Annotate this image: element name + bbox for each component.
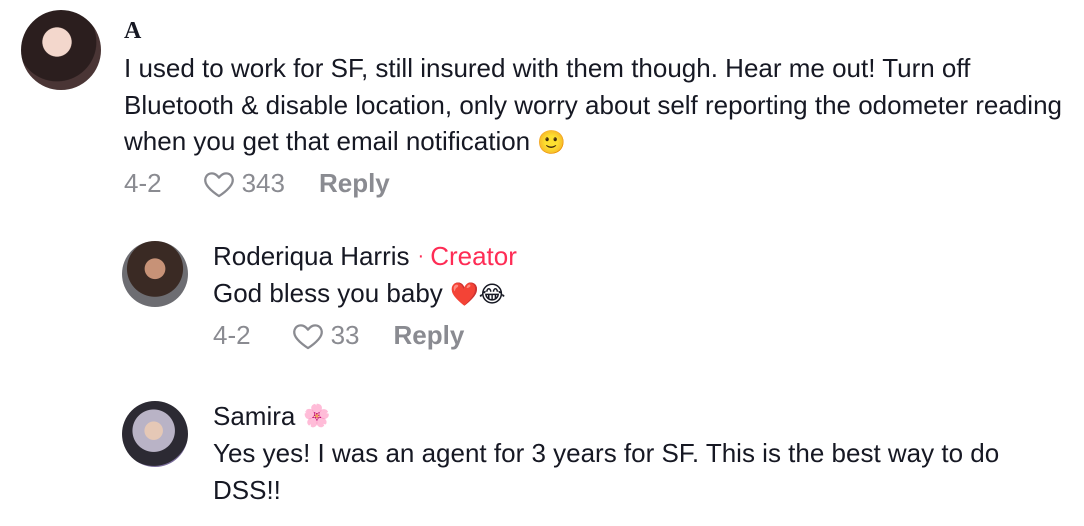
creator-badge: Creator <box>430 241 517 271</box>
user-avatar[interactable] <box>122 241 188 307</box>
heart-outline-icon[interactable] <box>202 167 236 201</box>
comment-meta: 4-2 33 Reply <box>213 319 1072 353</box>
comment-text: God bless you baby ❤️😂 <box>213 275 1072 313</box>
comment-item: Roderiqua Harris · Creator God bless you… <box>122 241 1072 353</box>
comment-meta: 4-2 343 Reply <box>124 167 1071 201</box>
heart-laugh-emoji-icon: ❤️😂 <box>450 281 506 307</box>
reply-button[interactable]: Reply <box>319 168 390 199</box>
heart-outline-icon[interactable] <box>291 319 325 353</box>
username-text[interactable]: Samira <box>213 401 295 431</box>
comment-username[interactable]: Samira 🌸 <box>213 401 1072 431</box>
flower-emoji-icon: 🌸 <box>303 403 331 428</box>
comment-body: A I used to work for SF, still insured w… <box>124 10 1071 201</box>
username-text[interactable]: A <box>124 18 141 44</box>
comment-item: Samira 🌸 Yes yes! I was an agent for 3 y… <box>122 401 1072 508</box>
comments-panel: A I used to work for SF, still insured w… <box>0 0 1084 526</box>
comment-username[interactable]: A <box>124 18 1071 44</box>
comment-text-content: God bless you baby <box>213 278 443 308</box>
comment-text-content: Yes yes! I was an agent for 3 years for … <box>213 438 1000 505</box>
like-count: 33 <box>330 320 360 350</box>
smile-emoji-icon: 🙂 <box>537 129 567 155</box>
username-text[interactable]: Roderiqua Harris <box>213 241 410 271</box>
comment-date: 4-2 <box>213 320 251 350</box>
comment-text: Yes yes! I was an agent for 3 years for … <box>213 435 1072 508</box>
comment-username[interactable]: Roderiqua Harris · Creator <box>213 241 1072 271</box>
comment-text: I used to work for SF, still insured wit… <box>124 50 1071 161</box>
comment-text-content: I used to work for SF, still insured wit… <box>124 53 1063 156</box>
comment-body: Roderiqua Harris · Creator God bless you… <box>213 241 1072 353</box>
comment-item: A I used to work for SF, still insured w… <box>21 10 1071 201</box>
comment-body: Samira 🌸 Yes yes! I was an agent for 3 y… <box>213 401 1072 508</box>
separator-dot: · <box>417 245 425 267</box>
reply-button[interactable]: Reply <box>394 320 465 351</box>
user-avatar[interactable] <box>21 10 101 90</box>
user-avatar[interactable] <box>122 401 188 467</box>
like-count: 343 <box>241 168 285 198</box>
comment-date: 4-2 <box>124 168 162 198</box>
